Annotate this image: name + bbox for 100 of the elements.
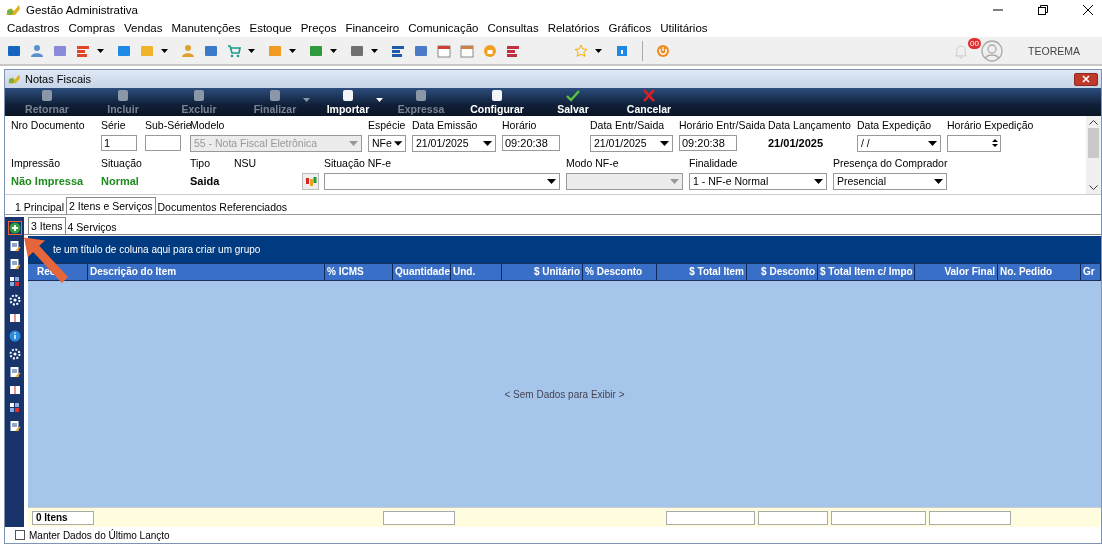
tab[interactable]: 3 Itens xyxy=(28,217,66,234)
checkbox[interactable] xyxy=(15,530,25,540)
scroll-thumb[interactable] xyxy=(1088,128,1099,158)
dropdown-caret-icon[interactable] xyxy=(660,140,669,146)
menu-item[interactable]: Preços xyxy=(300,22,337,34)
menu-item[interactable]: Comunicação xyxy=(408,22,479,34)
menu-item[interactable]: Compras xyxy=(68,22,116,34)
gear-icon[interactable] xyxy=(8,348,21,360)
field-label: Horário xyxy=(502,119,538,131)
field-label: Data Lançamento xyxy=(768,119,852,131)
field-value: 21/01/2025 xyxy=(768,137,824,149)
field-label: Situação NF-e xyxy=(324,157,393,169)
field-label: Nro Documento xyxy=(11,119,86,131)
field-label: Modo NF-e xyxy=(566,157,620,169)
column-header[interactable]: Quantidade xyxy=(393,264,451,280)
dropdown-field[interactable]: NFe xyxy=(368,134,406,152)
field-label: Data Entr/Saida xyxy=(590,119,666,131)
tab[interactable]: 2 Itens e Serviços xyxy=(66,197,156,214)
scroll-up-icon[interactable] xyxy=(1089,119,1098,125)
menu-item[interactable]: Relatórios xyxy=(547,22,600,34)
info-icon[interactable] xyxy=(8,330,21,342)
field-label: Data Expedição xyxy=(857,119,933,131)
calendar-icon[interactable] xyxy=(437,43,451,58)
add-icon[interactable] xyxy=(8,222,21,234)
scroll-down-icon[interactable] xyxy=(1089,185,1098,191)
dropdown-field[interactable]: 21/01/2025 xyxy=(412,134,496,152)
dropdown-caret-icon[interactable] xyxy=(814,178,823,184)
dropdown-caret-icon[interactable] xyxy=(393,140,402,146)
column-header[interactable]: % ICMS xyxy=(325,264,393,280)
menu-item[interactable]: Financeiro xyxy=(345,22,400,34)
input-field[interactable]: 09:20:38 xyxy=(679,135,737,151)
menu-item[interactable]: Estoque xyxy=(249,22,292,34)
check-icon xyxy=(566,89,580,102)
column-header[interactable]: $ Total Item xyxy=(657,264,747,280)
input-field[interactable]: 09:20:38 xyxy=(502,135,560,151)
numbering-button[interactable] xyxy=(302,172,319,190)
dropdown-caret-icon[interactable] xyxy=(483,140,492,146)
action-button[interactable]: Cancelar xyxy=(611,89,687,116)
menu-item[interactable]: Consultas xyxy=(487,22,539,34)
field-label: Situação xyxy=(101,157,143,169)
dropdown-caret-icon[interactable] xyxy=(330,48,337,53)
column-header[interactable]: No. Pedido xyxy=(998,264,1081,280)
calendar-icon[interactable] xyxy=(460,43,474,58)
menu-item[interactable]: Manutenções xyxy=(171,22,241,34)
restore-icon[interactable] xyxy=(1037,3,1049,16)
input-field[interactable]: 1 xyxy=(101,135,137,151)
star-icon[interactable] xyxy=(574,43,588,58)
dropdown-caret-icon[interactable] xyxy=(934,178,943,184)
dropdown-caret-icon[interactable] xyxy=(97,48,104,53)
summary-cell xyxy=(758,510,828,525)
window-title: Notas Fiscais xyxy=(25,73,92,85)
action-button[interactable]: Salvar xyxy=(535,89,611,116)
column-header[interactable]: Gr xyxy=(1081,264,1101,280)
menu-item[interactable]: Gráficos xyxy=(608,22,652,34)
dropdown-caret-icon[interactable] xyxy=(547,178,556,184)
column-header[interactable]: $ Total Item c/ Impo xyxy=(818,264,915,280)
column-header[interactable]: Descrição do Item xyxy=(88,264,325,280)
time-spinner[interactable] xyxy=(947,134,1001,152)
dropdown-caret-icon[interactable] xyxy=(371,48,378,53)
action-button[interactable]: Importar xyxy=(310,89,386,116)
gear-icon[interactable] xyxy=(8,294,21,306)
close-icon[interactable] xyxy=(1082,3,1094,16)
field-label: Tipo xyxy=(190,157,212,169)
input-field[interactable] xyxy=(145,135,181,151)
menu-item[interactable]: Cadastros xyxy=(7,22,60,34)
dropdown-caret-icon[interactable] xyxy=(376,98,383,102)
dropdown-caret-icon[interactable] xyxy=(928,140,937,146)
menu-item[interactable]: Vendas xyxy=(124,22,163,34)
list-icon[interactable] xyxy=(76,43,90,58)
column-header[interactable]: $ Unitário xyxy=(502,264,583,280)
field-value: Normal xyxy=(101,175,139,187)
menu-item[interactable]: Utilitários xyxy=(660,22,708,34)
book-icon[interactable] xyxy=(8,384,21,396)
dropdown-caret-icon[interactable] xyxy=(161,48,168,53)
column-header[interactable]: % Desconto xyxy=(583,264,657,280)
info-icon[interactable] xyxy=(615,43,629,58)
dropdown-field[interactable]: 21/01/2025 xyxy=(590,134,673,152)
book-icon[interactable] xyxy=(8,312,21,324)
column-header[interactable]: $ Desconto xyxy=(747,264,818,280)
dropdown-field[interactable]: 1 - NF-e Normal xyxy=(689,172,827,190)
field-label: Espécie xyxy=(368,119,407,131)
column-header[interactable]: Und. xyxy=(451,264,502,280)
close-button[interactable] xyxy=(1074,72,1098,86)
dropdown-caret-icon[interactable] xyxy=(289,48,296,53)
dropdown-field[interactable]: Presencial xyxy=(833,172,947,190)
column-header[interactable]: Valor Final xyxy=(915,264,998,280)
checkbox-label: Manter Dados do Último Lançto xyxy=(29,529,170,541)
dropdown-caret-icon[interactable] xyxy=(595,48,602,53)
cart-icon[interactable] xyxy=(227,43,241,58)
user-name: TEOREMA xyxy=(1028,44,1080,57)
field-label: Impressão xyxy=(11,157,62,169)
field-value: Saida xyxy=(190,175,220,187)
dropdown-field[interactable]: / / xyxy=(857,134,941,152)
dropdown-field[interactable] xyxy=(324,172,560,190)
field-label: Data Emissão xyxy=(412,119,479,131)
action-button[interactable]: Configurar xyxy=(459,89,535,116)
dropdown-caret-icon[interactable] xyxy=(248,48,255,53)
empty-message: < Sem Dados para Exibir > xyxy=(504,388,625,400)
field-label: Série xyxy=(101,119,127,131)
field-label: NSU xyxy=(234,157,258,169)
